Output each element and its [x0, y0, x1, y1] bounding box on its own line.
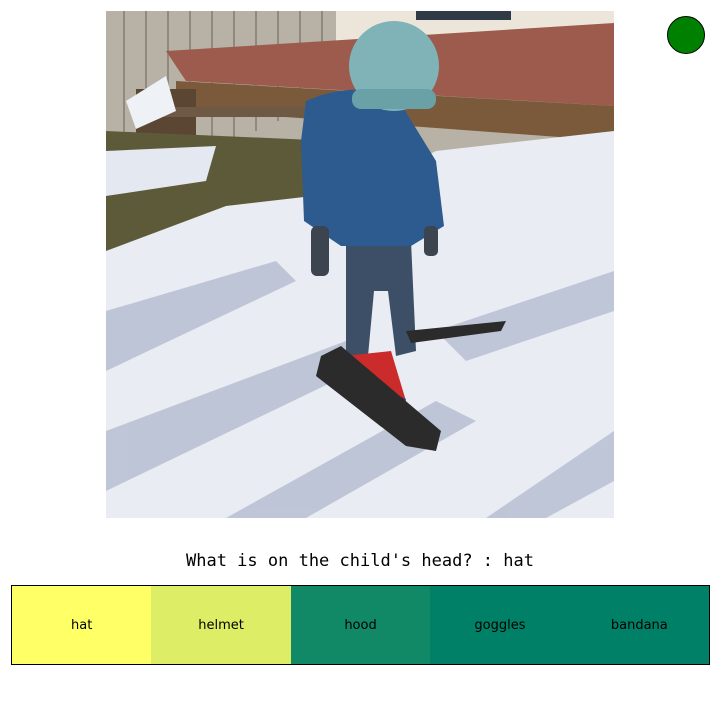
answer-options: hat helmet hood goggles bandana — [11, 585, 710, 665]
child-mitten-right — [424, 226, 438, 256]
answer-option-bandana[interactable]: bandana — [569, 586, 710, 664]
child-hat-band — [352, 89, 436, 109]
status-indicator — [667, 16, 705, 54]
answer-label: helmet — [198, 617, 244, 633]
answer-label: hood — [344, 617, 377, 633]
answer-label: bandana — [610, 617, 668, 633]
question-text: What is on the child's head? : hat — [186, 551, 534, 571]
window-sill — [416, 11, 511, 20]
answer-option-goggles[interactable]: goggles — [430, 586, 570, 664]
answer-option-hood[interactable]: hood — [290, 586, 431, 664]
child-mitten-left — [311, 226, 329, 276]
answer-option-hat[interactable]: hat — [12, 586, 152, 664]
answer-label: goggles — [474, 617, 526, 633]
photo-illustration — [106, 11, 614, 518]
answer-option-helmet[interactable]: helmet — [151, 586, 291, 664]
answer-label: hat — [71, 617, 93, 633]
photo — [106, 11, 614, 518]
